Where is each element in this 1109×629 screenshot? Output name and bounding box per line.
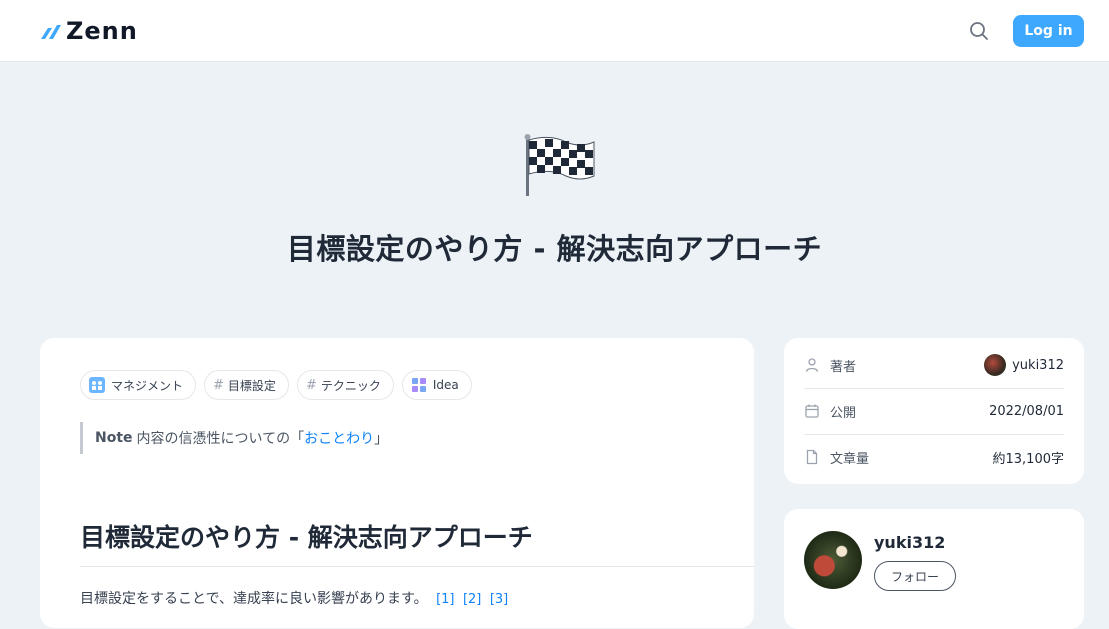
topic-management[interactable]: マネジメント [80,370,197,400]
management-topic-icon [89,377,105,393]
idea-topic-icon [411,377,427,393]
info-row-length: 文章量 約13,100字 [804,434,1064,480]
published-label: 公開 [830,405,857,421]
author-link[interactable]: yuki312 [984,354,1064,376]
author-name[interactable]: yuki312 [874,533,945,552]
article-title: 目標設定のやり方 - 解決志向アプローチ [286,232,823,266]
disclaimer-link[interactable]: おことわり [304,428,374,448]
topic-label: Idea [432,378,459,392]
hash-icon: # [213,377,224,393]
topic-label: テクニック [320,378,381,393]
content-heading: 目標設定のやり方 - 解決志向アプローチ [80,518,754,567]
article-info-card: 著者 yuki312 公開 2022/08/01 文章量 約13,100字 [784,338,1084,484]
zenn-logo-icon [41,25,61,39]
paragraph-text: 目標設定をすることで、達成率に良い影響があります。 [80,591,428,607]
published-value: 2022/08/01 [989,403,1064,419]
author-avatar[interactable] [804,531,862,589]
info-row-published: 公開 2022/08/01 [804,388,1064,435]
length-value: 約13,100字 [992,451,1065,467]
search-button[interactable] [968,20,990,42]
topic-list: マネジメント # 目標設定 # テクニック Idea [80,370,472,400]
topic-label: 目標設定 [227,378,276,393]
article-body-card: マネジメント # 目標設定 # テクニック Idea Note 内容の信憑性につ… [40,338,754,628]
author-profile-card: yuki312 フォロー [784,509,1084,629]
login-button[interactable]: Log in [1013,15,1084,47]
logo-text: Zenn [66,17,138,45]
checkered-flag-icon [524,134,595,196]
avatar [984,354,1007,376]
calendar-icon [805,404,819,418]
topic-label: マネジメント [111,378,184,393]
top-header: Zenn Log in [0,0,1109,62]
note-block: Note 内容の信憑性についての「 おことわり 」 [80,422,388,454]
length-label: 文章量 [830,451,870,467]
document-icon [806,449,818,465]
follow-button[interactable]: フォロー [874,561,956,591]
author-value: yuki312 [1012,357,1064,373]
author-label: 著者 [830,359,857,375]
zenn-logo[interactable]: Zenn [40,18,138,44]
info-row-author: 著者 yuki312 [804,342,1064,389]
note-text-after: 」 [374,431,389,447]
topic-technique[interactable]: # テクニック [296,370,394,400]
topic-idea[interactable]: Idea [401,370,472,400]
content-paragraph: 目標設定をすることで、達成率に良い影響があります。 [1] [2] [3] [80,588,508,608]
note-text-before: 内容の信憑性についての「 [136,431,305,447]
search-icon [970,22,988,40]
user-icon [805,358,819,372]
topic-goal-setting[interactable]: # 目標設定 [204,370,289,400]
hash-icon: # [305,377,317,393]
note-label: Note [95,430,133,446]
